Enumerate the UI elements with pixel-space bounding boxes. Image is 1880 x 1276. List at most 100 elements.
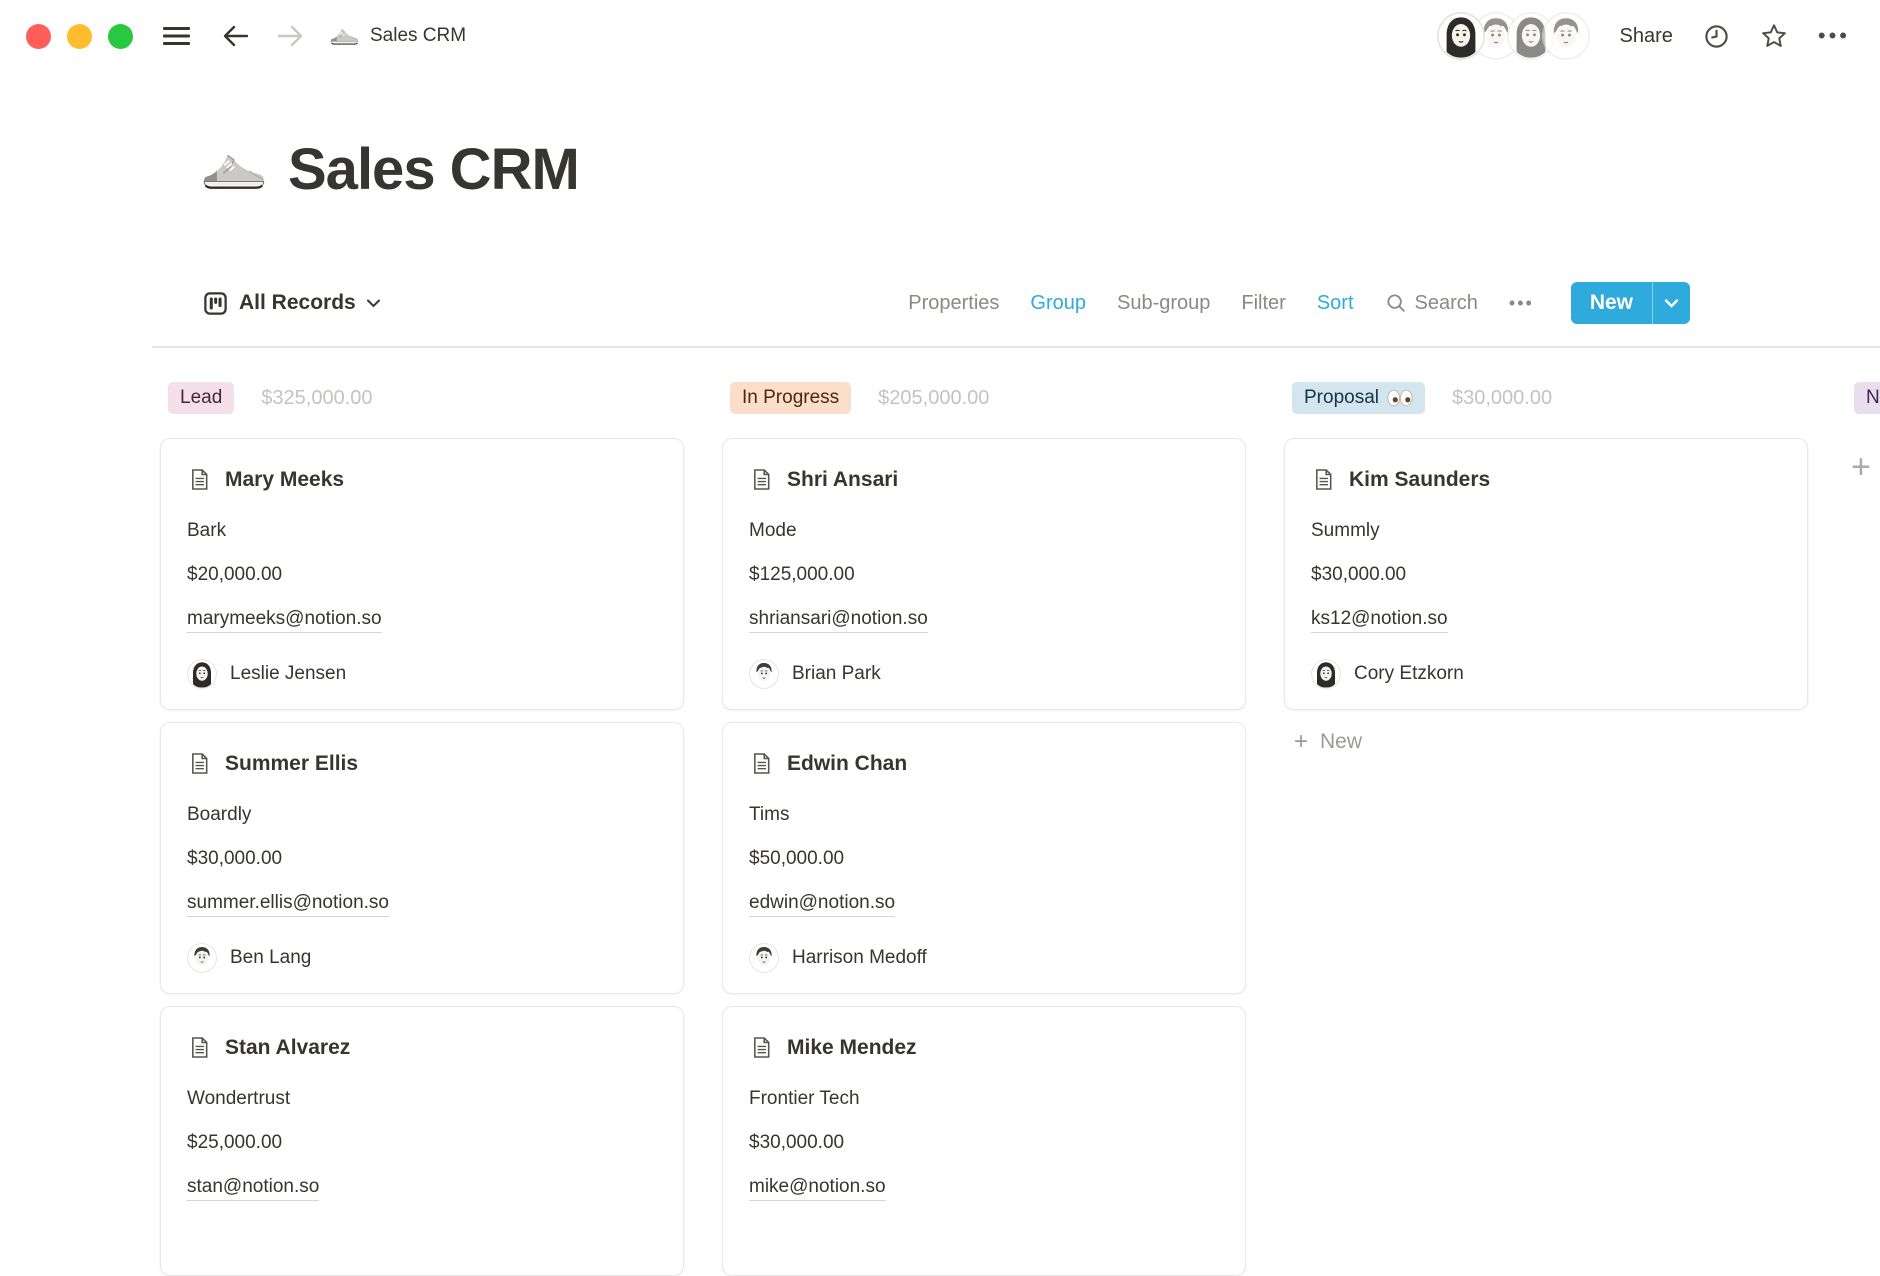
owner-name: Leslie Jensen xyxy=(230,663,346,685)
updates-clock-icon[interactable] xyxy=(1703,23,1730,50)
zoom-window-button[interactable] xyxy=(108,24,133,49)
record-card[interactable]: Mike Mendez Frontier Tech $30,000.00 mik… xyxy=(722,1006,1246,1276)
status-badge: Lead xyxy=(168,382,234,414)
amount-value: $50,000.00 xyxy=(749,847,1219,870)
card-name: Edwin Chan xyxy=(787,752,907,776)
owner-name: Cory Etzkorn xyxy=(1354,663,1464,685)
owner-avatar xyxy=(749,943,779,973)
sidebar-menu-icon[interactable] xyxy=(163,25,191,47)
amount-value: $25,000.00 xyxy=(187,1131,657,1154)
company-value: Boardly xyxy=(187,803,657,826)
column-header: Proposal $30,000.00 xyxy=(1284,379,1808,417)
email-link[interactable]: ks12@notion.so xyxy=(1311,607,1448,633)
company-value: Bark xyxy=(187,519,657,542)
page-doc-icon xyxy=(749,1035,774,1060)
card-name: Shri Ansari xyxy=(787,468,898,492)
forward-arrow-icon[interactable] xyxy=(275,23,305,49)
email-link[interactable]: edwin@notion.so xyxy=(749,891,895,917)
column-header: Lead $325,000.00 xyxy=(160,379,684,417)
add-card-plus-icon[interactable]: + xyxy=(1851,450,1871,484)
board-column-proposal: Proposal $30,000.00 Kim Saunders Summly … xyxy=(1284,379,1808,1276)
card-name: Mary Meeks xyxy=(225,468,344,492)
kanban-board: Lead $325,000.00 Mary Meeks Bark $20,000… xyxy=(160,379,1880,1276)
amount-value: $30,000.00 xyxy=(1311,563,1781,586)
page-doc-icon xyxy=(749,467,774,492)
breadcrumb[interactable]: Sales CRM xyxy=(329,25,466,47)
board-column-in-progress: In Progress $205,000.00 Shri Ansari Mode… xyxy=(722,379,1246,1276)
column-header: In Progress $205,000.00 xyxy=(722,379,1246,417)
toolbar-item-filter[interactable]: Filter xyxy=(1241,292,1285,315)
status-label: Proposal xyxy=(1304,387,1379,409)
owner-avatar xyxy=(187,943,217,973)
sneaker-icon xyxy=(329,25,359,47)
column-total: $30,000.00 xyxy=(1452,387,1552,410)
owner-avatar xyxy=(749,659,779,689)
amount-value: $30,000.00 xyxy=(749,1131,1219,1154)
search-button[interactable]: Search xyxy=(1385,292,1478,315)
back-arrow-icon[interactable] xyxy=(221,23,251,49)
toolbar-item-group[interactable]: Group xyxy=(1030,292,1086,315)
close-window-button[interactable] xyxy=(26,24,51,49)
company-value: Frontier Tech xyxy=(749,1087,1219,1110)
owner-avatar xyxy=(1311,659,1341,689)
owner-name: Harrison Medoff xyxy=(792,947,927,969)
add-card-label: New xyxy=(1320,730,1362,754)
favorite-star-icon[interactable] xyxy=(1760,22,1788,50)
toolbar-divider xyxy=(152,346,1880,348)
email-link[interactable]: marymeeks@notion.so xyxy=(187,607,382,633)
record-card[interactable]: Stan Alvarez Wondertrust $25,000.00 stan… xyxy=(160,1006,684,1276)
page-doc-icon xyxy=(187,751,212,776)
page-title[interactable]: Sales CRM xyxy=(288,136,579,203)
amount-value: $20,000.00 xyxy=(187,563,657,586)
window-titlebar: Sales CRM Share • xyxy=(0,0,1880,72)
record-card[interactable]: Edwin Chan Tims $50,000.00 edwin@notion.… xyxy=(722,722,1246,994)
card-name: Stan Alvarez xyxy=(225,1036,350,1060)
amount-value: $30,000.00 xyxy=(187,847,657,870)
search-label: Search xyxy=(1415,292,1478,315)
email-link[interactable]: stan@notion.so xyxy=(187,1175,319,1201)
add-card-button[interactable]: + New xyxy=(1294,730,1808,754)
toolbar-item-sort[interactable]: Sort xyxy=(1317,292,1354,315)
record-card[interactable]: Kim Saunders Summly $30,000.00 ks12@noti… xyxy=(1284,438,1808,710)
company-value: Summly xyxy=(1311,519,1781,542)
board-column-lead: Lead $325,000.00 Mary Meeks Bark $20,000… xyxy=(160,379,684,1276)
card-name: Kim Saunders xyxy=(1349,468,1490,492)
page-doc-icon xyxy=(749,751,774,776)
plus-icon: + xyxy=(1294,730,1308,754)
chevron-down-icon xyxy=(366,298,381,308)
share-button[interactable]: Share xyxy=(1620,25,1673,48)
status-badge: N xyxy=(1854,382,1880,414)
page-doc-icon xyxy=(187,1035,212,1060)
status-badge: In Progress xyxy=(730,382,851,414)
page-icon-sneaker[interactable] xyxy=(200,147,266,193)
collaborator-avatars[interactable] xyxy=(1437,12,1590,60)
toolbar-item-subgroup[interactable]: Sub-group xyxy=(1117,292,1210,315)
email-link[interactable]: shriansari@notion.so xyxy=(749,607,928,633)
email-link[interactable]: mike@notion.so xyxy=(749,1175,886,1201)
breadcrumb-label: Sales CRM xyxy=(370,25,466,47)
new-button-chevron-icon[interactable] xyxy=(1653,282,1690,324)
card-name: Mike Mendez xyxy=(787,1036,917,1060)
traffic-lights xyxy=(26,24,133,49)
view-switcher[interactable]: All Records xyxy=(202,290,381,317)
company-value: Mode xyxy=(749,519,1219,542)
search-icon xyxy=(1385,292,1407,314)
view-more-icon[interactable]: ••• xyxy=(1509,293,1534,314)
record-card[interactable]: Summer Ellis Boardly $30,000.00 summer.e… xyxy=(160,722,684,994)
page-doc-icon xyxy=(1311,467,1336,492)
new-record-button[interactable]: New xyxy=(1571,282,1690,324)
owner-name: Ben Lang xyxy=(230,947,311,969)
eyes-emoji-icon xyxy=(1387,389,1413,407)
page-doc-icon xyxy=(187,467,212,492)
new-button-label[interactable]: New xyxy=(1571,282,1652,324)
email-link[interactable]: summer.ellis@notion.so xyxy=(187,891,389,917)
more-options-icon[interactable]: ••• xyxy=(1818,23,1850,49)
record-card[interactable]: Mary Meeks Bark $20,000.00 marymeeks@not… xyxy=(160,438,684,710)
record-card[interactable]: Shri Ansari Mode $125,000.00 shriansari@… xyxy=(722,438,1246,710)
minimize-window-button[interactable] xyxy=(67,24,92,49)
column-total: $325,000.00 xyxy=(261,387,372,410)
board-view-icon xyxy=(202,290,229,317)
card-name: Summer Ellis xyxy=(225,752,358,776)
toolbar-item-properties[interactable]: Properties xyxy=(908,292,999,315)
company-value: Wondertrust xyxy=(187,1087,657,1110)
